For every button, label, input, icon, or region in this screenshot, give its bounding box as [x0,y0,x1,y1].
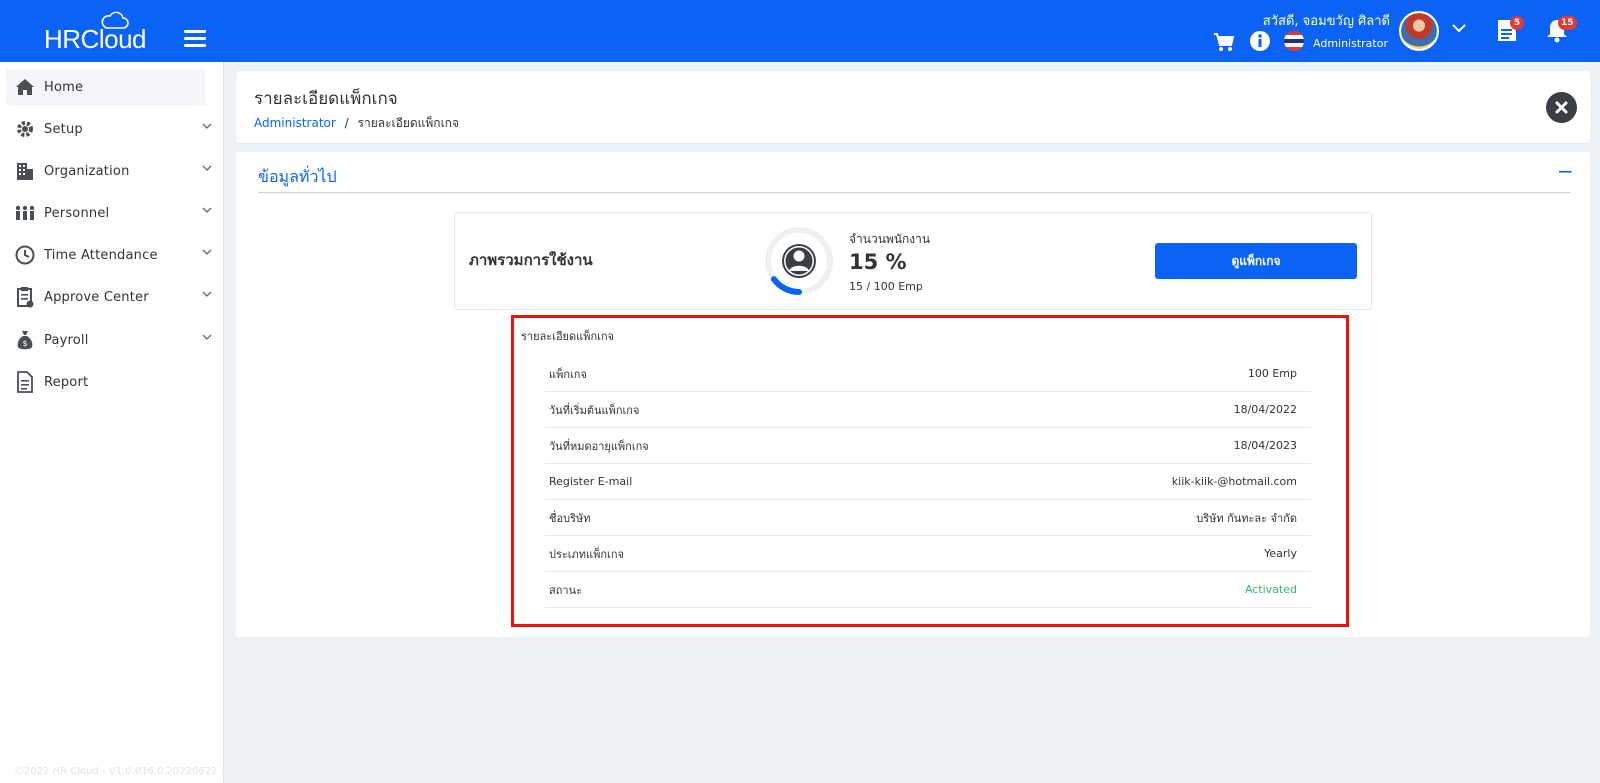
sidebar-item-setup[interactable]: Setup [6,111,212,147]
hrcloud-logo[interactable]: HRCloud [44,10,147,54]
document-notification[interactable]: 5 [1496,16,1524,47]
cloud-icon [101,11,129,29]
version-footer: ©2022 HR Cloud - V1.0.016.0.20220622 [14,766,218,777]
logo-text: HRCloud [44,24,147,54]
chevron-down-icon [202,207,212,213]
usage-overview-box: ภาพรวมการใช้งาน จำนวนพนักงาน 15 % 15 / 1… [454,212,1372,310]
chevron-down-icon [202,291,212,297]
table-row: ประเภทแพ็กเกจ Yearly [545,536,1311,572]
employee-count-label: จำนวนพนักงาน [849,232,931,246]
row-value: 18/04/2023 [1233,439,1297,452]
user-icon [782,244,816,278]
general-info-card: ข้อมูลทั่วไป − ภาพรวมการใช้งาน จำนวนพนัก… [236,152,1590,637]
page-header: รายละเอียดแพ็กเกจ Administrator / รายละเ… [236,71,1590,143]
sidebar-item-personnel[interactable]: Personnel [6,195,212,231]
sidebar-item-organization[interactable]: Organization [6,153,212,189]
row-label: วันที่หมดอายุแพ็กเกจ [549,439,649,453]
gear-icon [14,118,36,140]
sidebar-item-time-attendance[interactable]: Time Attendance [6,237,212,273]
info-icon[interactable] [1250,31,1270,51]
clipboard-check-icon [14,286,36,308]
building-icon [14,160,36,182]
menu-toggle-icon[interactable] [184,30,206,48]
usage-title: ภาพรวมการใช้งาน [469,251,593,269]
document-badge: 5 [1510,16,1524,30]
clock-icon [14,244,36,266]
user-role: Administrator [1313,37,1388,50]
svg-text:$: $ [22,339,27,348]
employee-count: 15 / 100 Emp [849,280,923,293]
notification-bell[interactable]: 15 [1545,16,1577,47]
row-label: ชื่อบริษัท [549,511,591,525]
row-label: สถานะ [549,583,582,597]
row-label: ประเภทแพ็กเกจ [549,547,624,561]
page-title: รายละเอียดแพ็กเกจ [254,89,398,109]
row-value: 100 Emp [1247,367,1297,380]
user-greeting: สวัสดี, จอมขวัญ ศิลาดี [1262,14,1390,29]
chevron-down-icon [202,249,212,255]
sidebar-item-payroll[interactable]: $ Payroll [6,322,212,358]
user-avatar[interactable] [1399,11,1439,51]
sidebar-item-approve-center[interactable]: Approve Center [6,279,212,315]
employee-usage-percent: 15 % [849,250,907,274]
row-value: Yearly [1264,547,1297,560]
row-value: kiik-kiik-@hotmail.com [1171,475,1297,488]
close-button[interactable] [1546,92,1577,123]
top-navbar: HRCloud สวัสดี, จอมขวัญ ศิลาดี Administr… [0,0,1600,62]
table-row: วันที่เริ่มต้นแพ็กเกจ 18/04/2022 [545,392,1311,428]
sidebar-item-report[interactable]: Report [6,364,206,400]
table-row: สถานะ Activated [545,572,1311,608]
row-value: 18/04/2022 [1233,403,1297,416]
breadcrumb-current: รายละเอียดแพ็กเกจ [357,116,459,130]
employee-usage-gauge [765,227,833,295]
thai-flag-icon[interactable] [1284,31,1304,51]
chevron-down-icon[interactable] [1452,23,1466,33]
chevron-down-icon [202,123,212,129]
collapse-button[interactable]: − [1557,161,1574,181]
table-row: Register E-mail kiik-kiik-@hotmail.com [545,464,1311,500]
row-value: บริษัท กันทะละ จำกัด [1196,511,1297,525]
chevron-down-icon [202,165,212,171]
chevron-down-icon [202,334,212,340]
package-detail-title: รายละเอียดแพ็กเกจ [521,330,615,343]
cart-icon[interactable] [1213,32,1235,52]
package-detail-box: รายละเอียดแพ็กเกจ แพ็กเกจ 100 Emp วันที่เร… [511,315,1349,627]
package-detail-table: แพ็กเกจ 100 Emp วันที่เริ่มต้นแพ็กเกจ 18/04… [545,356,1311,608]
home-icon [14,76,36,98]
row-label: Register E-mail [549,475,633,488]
table-row: วันที่หมดอายุแพ็กเกจ 18/04/2023 [545,428,1311,464]
report-icon [14,371,36,393]
breadcrumb-separator: / [344,116,349,130]
view-package-button[interactable]: ดูแพ็กเกจ [1155,243,1357,279]
bell-badge: 15 [1558,16,1577,30]
sidebar-item-home[interactable]: Home [6,69,206,105]
section-divider [258,192,1570,193]
table-row: แพ็กเกจ 100 Emp [545,356,1311,392]
status-value: Activated [1244,583,1297,596]
sidebar: Home Setup Organization Personnel Time A… [0,62,224,783]
breadcrumb: Administrator / รายละเอียดแพ็กเกจ [254,114,459,133]
table-row: ชื่อบริษัท บริษัท กันทะละ จำกัด [545,500,1311,536]
money-bag-icon: $ [14,329,36,351]
people-icon [14,202,36,224]
close-icon [1555,101,1568,114]
row-label: วันที่เริ่มต้นแพ็กเกจ [549,403,640,417]
section-title: ข้อมูลทั่วไป [258,167,337,186]
row-label: แพ็กเกจ [549,367,587,381]
breadcrumb-administrator-link[interactable]: Administrator [254,116,336,130]
